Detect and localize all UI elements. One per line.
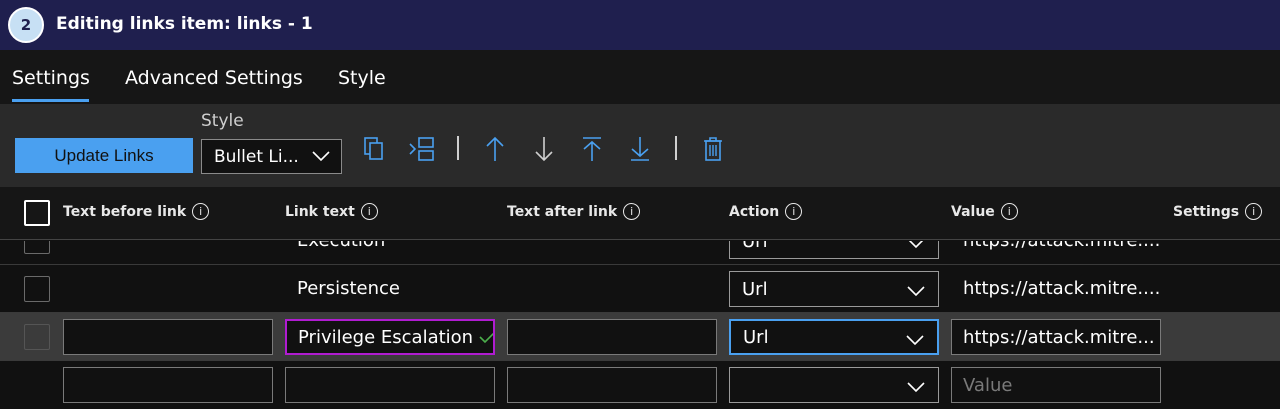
column-label: Value [951,203,995,220]
link-text-value: Privilege Escalation [298,326,474,348]
column-label: Action [729,203,780,220]
toolbar-divider [457,136,459,160]
text-before-input[interactable] [63,367,273,403]
column-label: Link text [285,203,355,220]
value-placeholder: Value [963,374,1013,396]
checkmark-icon [479,330,493,344]
action-value: Url [742,278,768,300]
column-header-link-text: Link text i [285,203,378,220]
info-icon[interactable]: i [1000,203,1018,220]
value-cell: https://attack.mitre.... [963,241,1160,251]
column-header-value: Value i [951,203,1018,220]
action-dropdown[interactable]: Url [729,241,939,259]
tab-advanced-settings[interactable]: Advanced Settings [125,67,303,89]
insert-icon[interactable] [408,134,436,164]
value-cell: https://attack.mitre.... [963,278,1161,299]
chevron-down-icon [906,241,926,255]
action-value: Url [742,241,768,252]
action-dropdown[interactable] [729,367,939,403]
toolbar: Update Links Style Bullet Li... [0,104,1280,187]
column-label: Text before link [63,203,187,220]
action-dropdown[interactable]: Url [729,319,939,355]
tab-settings[interactable]: Settings [12,67,90,89]
title-bar: 2 Editing links item: links - 1 [0,0,1280,50]
table-row-new[interactable]: Value [0,361,1280,409]
info-icon[interactable]: i [192,203,210,220]
column-header-action: Action i [729,203,803,220]
delete-icon[interactable] [699,134,727,164]
value-input[interactable]: https://attack.mitre... [951,319,1161,355]
info-icon[interactable]: i [623,203,641,220]
move-top-icon[interactable] [578,134,606,164]
tab-bar: Settings Advanced Settings Style [0,50,1280,104]
chevron-down-icon [311,148,331,168]
action-value: Url [743,326,769,348]
move-down-icon[interactable] [530,134,558,164]
style-dropdown-value: Bullet Li... [214,146,299,167]
step-badge: 2 [8,7,44,43]
grid-header: Text before link i Link text i Text after … [0,187,1280,240]
table-row-selected[interactable]: Privilege Escalation Url https://attack.… [0,313,1280,361]
toolbar-divider [675,136,677,160]
column-header-text-after: Text after link i [507,203,641,220]
row-checkbox[interactable] [24,241,50,254]
row-checkbox[interactable] [24,276,50,302]
column-label: Settings [1173,203,1240,220]
text-after-input[interactable] [507,367,717,403]
move-up-icon[interactable] [481,134,509,164]
link-text-cell: Execution [297,241,385,251]
value-input[interactable]: Value [951,367,1161,403]
text-before-input[interactable] [63,319,273,355]
info-icon[interactable]: i [785,203,803,220]
action-dropdown[interactable]: Url [729,271,939,307]
table-row[interactable]: Execution Url https://attack.mitre.... [0,241,1280,265]
value-text: https://attack.mitre... [963,326,1155,348]
row-checkbox[interactable] [24,324,50,350]
table-row[interactable]: Persistence Url https://attack.mitre.... [0,265,1280,313]
link-text-input[interactable] [285,367,495,403]
select-all-checkbox[interactable] [24,200,50,226]
grid-viewport-top: Execution Url https://attack.mitre.... [0,241,1280,265]
style-label: Style [201,111,244,131]
link-text-input[interactable]: Privilege Escalation [285,319,495,355]
chevron-down-icon [906,378,926,399]
link-text-cell: Persistence [297,278,400,299]
tab-style[interactable]: Style [338,67,386,89]
copy-icon[interactable] [360,134,388,164]
text-after-input[interactable] [507,319,717,355]
page-title: Editing links item: links - 1 [56,14,313,34]
update-links-button[interactable]: Update Links [15,138,193,173]
column-header-settings: Settings i [1173,203,1263,220]
style-dropdown[interactable]: Bullet Li... [201,139,342,174]
chevron-down-icon [905,331,925,352]
column-header-text-before: Text before link i [63,203,210,220]
column-label: Text after link [507,203,618,220]
chevron-down-icon [906,282,926,303]
active-tab-indicator [12,99,89,102]
info-icon[interactable]: i [1245,203,1263,220]
move-bottom-icon[interactable] [626,134,654,164]
info-icon[interactable]: i [360,203,378,220]
